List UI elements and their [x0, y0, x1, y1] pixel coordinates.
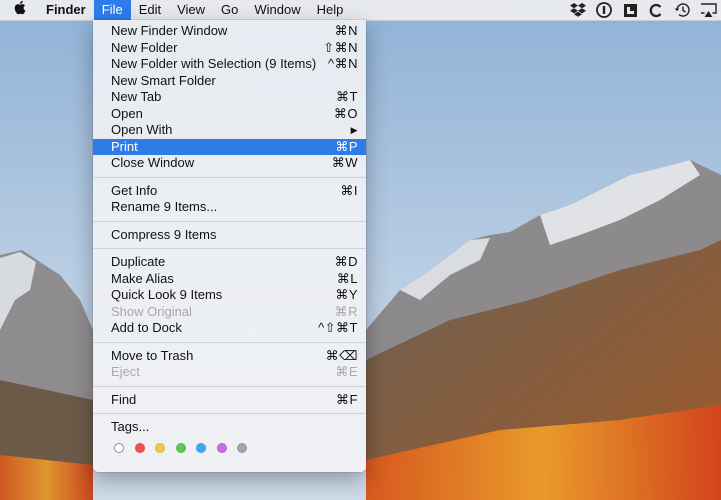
- menu-window[interactable]: Window: [246, 0, 308, 20]
- menu-item-shortcut: ⌘Y: [335, 287, 358, 302]
- menu-item-label: Duplicate: [111, 254, 166, 269]
- menu-item-label: Show Original: [111, 303, 192, 319]
- menu-item-shortcut: ⌘N: [334, 23, 358, 38]
- tag-orange-icon[interactable]: [155, 442, 165, 453]
- menu-item-duplicate[interactable]: Duplicate ⌘D: [93, 254, 366, 271]
- menu-item-new-folder[interactable]: New Folder ⇧⌘N: [93, 40, 366, 57]
- menu-item-find[interactable]: Find ⌘F: [93, 392, 366, 409]
- submenu-arrow-icon: ▶: [350, 125, 358, 135]
- menu-separator: [93, 220, 366, 222]
- apple-logo-icon[interactable]: [0, 0, 38, 20]
- menu-item-label: New Folder with Selection (9 Items): [111, 56, 317, 71]
- menu-item-get-info[interactable]: Get Info ⌘I: [93, 183, 366, 200]
- menu-item-label: New Smart Folder: [111, 72, 216, 88]
- tag-color-row: [93, 436, 366, 460]
- menu-item-shortcut: ⇧⌘N: [323, 39, 358, 55]
- menu-help[interactable]: Help: [309, 0, 352, 20]
- menu-item-compress-9-items[interactable]: Compress 9 Items: [93, 227, 366, 244]
- menu-item-shortcut: ⌘F: [336, 391, 358, 407]
- menu-separator: [93, 248, 366, 249]
- menu-item-label: Open With: [111, 122, 173, 137]
- menu-item-label: Tags...: [111, 419, 150, 434]
- menu-item-show-original: Show Original ⌘R: [93, 304, 366, 321]
- menu-item-new-smart-folder[interactable]: New Smart Folder: [93, 73, 366, 90]
- menu-item-shortcut: ^⇧⌘T: [318, 320, 358, 335]
- menu-view[interactable]: View: [169, 0, 213, 20]
- menu-item-new-folder-with-selection-9-items[interactable]: New Folder with Selection (9 Items) ^⌘N: [93, 56, 366, 73]
- time-machine-icon[interactable]: [669, 0, 695, 20]
- menu-separator: [93, 176, 366, 178]
- menu-item-shortcut: ⌘⌫: [325, 347, 358, 363]
- menu-item-print[interactable]: Print ⌘P: [93, 138, 366, 155]
- menu-item-label: New Tab: [111, 89, 162, 104]
- menu-item-shortcut: ^⌘N: [328, 56, 358, 71]
- menu-item-label: Add to Dock: [111, 320, 182, 335]
- file-menu: New Finder Window ⌘N New Folder ⇧⌘N New Fold…: [93, 20, 366, 472]
- menu-edit[interactable]: Edit: [131, 0, 169, 20]
- menu-item-shortcut: ⌘E: [335, 364, 358, 379]
- menu-finder[interactable]: Finder: [38, 0, 94, 20]
- c-icon[interactable]: [643, 0, 669, 20]
- menu-item-shortcut: ⌘W: [331, 155, 358, 170]
- menu-separator: [93, 341, 366, 343]
- menu-item-rename-9-items[interactable]: Rename 9 Items...: [93, 199, 366, 216]
- menu-item-label: Print: [111, 138, 138, 154]
- menu-item-new-finder-window[interactable]: New Finder Window ⌘N: [93, 23, 366, 40]
- status-icons: [565, 0, 721, 20]
- menu-item-open-with[interactable]: Open With ▶: [93, 122, 366, 139]
- menu-item-label: Make Alias: [111, 270, 174, 286]
- menu-item-close-window[interactable]: Close Window ⌘W: [93, 155, 366, 172]
- menu-item-label: Open: [111, 105, 143, 121]
- menu-item-label: New Folder: [111, 39, 178, 55]
- menu-item-label: Quick Look 9 Items: [111, 287, 223, 302]
- tag-blue-icon[interactable]: [196, 442, 206, 453]
- menu-item-make-alias[interactable]: Make Alias ⌘L: [93, 271, 366, 288]
- menu-item-open[interactable]: Open ⌘O: [93, 106, 366, 123]
- tag-green-icon[interactable]: [175, 442, 186, 453]
- menu-item-shortcut: ⌘D: [334, 254, 358, 269]
- menu-item-label: Move to Trash: [111, 347, 194, 363]
- tag-gray-icon[interactable]: [237, 442, 247, 453]
- menu-item-quick-look-9-items[interactable]: Quick Look 9 Items ⌘Y: [93, 287, 366, 304]
- menu-separator: [93, 385, 366, 387]
- menu-item-shortcut: ⌘P: [335, 138, 358, 154]
- menu-item-shortcut: ⌘L: [336, 270, 358, 286]
- menu-item-label: Eject: [111, 364, 140, 379]
- menu-item-shortcut: ⌘T: [336, 89, 358, 104]
- menu-item-move-to-trash[interactable]: Move to Trash ⌘⌫: [93, 348, 366, 365]
- dropbox-icon[interactable]: [565, 0, 591, 20]
- menu-item-add-to-dock[interactable]: Add to Dock ^⇧⌘T: [93, 320, 366, 337]
- menu-item-label: New Finder Window: [111, 23, 228, 38]
- menu-item-shortcut: ⌘I: [340, 182, 358, 198]
- menu-item-shortcut: ⌘R: [334, 303, 358, 319]
- 1password-icon[interactable]: [591, 0, 617, 20]
- menu-item-shortcut: ⌘O: [333, 105, 358, 121]
- menu-item-eject: Eject ⌘E: [93, 364, 366, 381]
- tag-red-icon[interactable]: [134, 442, 145, 453]
- menu-item-label: Close Window: [111, 155, 195, 170]
- bartender-icon[interactable]: [617, 0, 643, 20]
- airplay-icon[interactable]: [695, 0, 721, 20]
- menu-item-label: Get Info: [111, 182, 158, 198]
- tag-none-icon[interactable]: [114, 442, 124, 453]
- menu-item-label: Rename 9 Items...: [111, 199, 218, 214]
- menu-bar: Finder File Edit View Go Window Help: [0, 0, 721, 21]
- menu-item-label: Compress 9 Items: [111, 226, 217, 242]
- tag-purple-icon[interactable]: [216, 442, 227, 453]
- menu-go[interactable]: Go: [213, 0, 246, 20]
- menu-item-new-tab[interactable]: New Tab ⌘T: [93, 89, 366, 106]
- menu-file[interactable]: File: [93, 0, 131, 20]
- menu-item-label: Find: [111, 391, 137, 407]
- menu-separator: [93, 413, 366, 414]
- menu-item-tags[interactable]: Tags...: [93, 419, 366, 436]
